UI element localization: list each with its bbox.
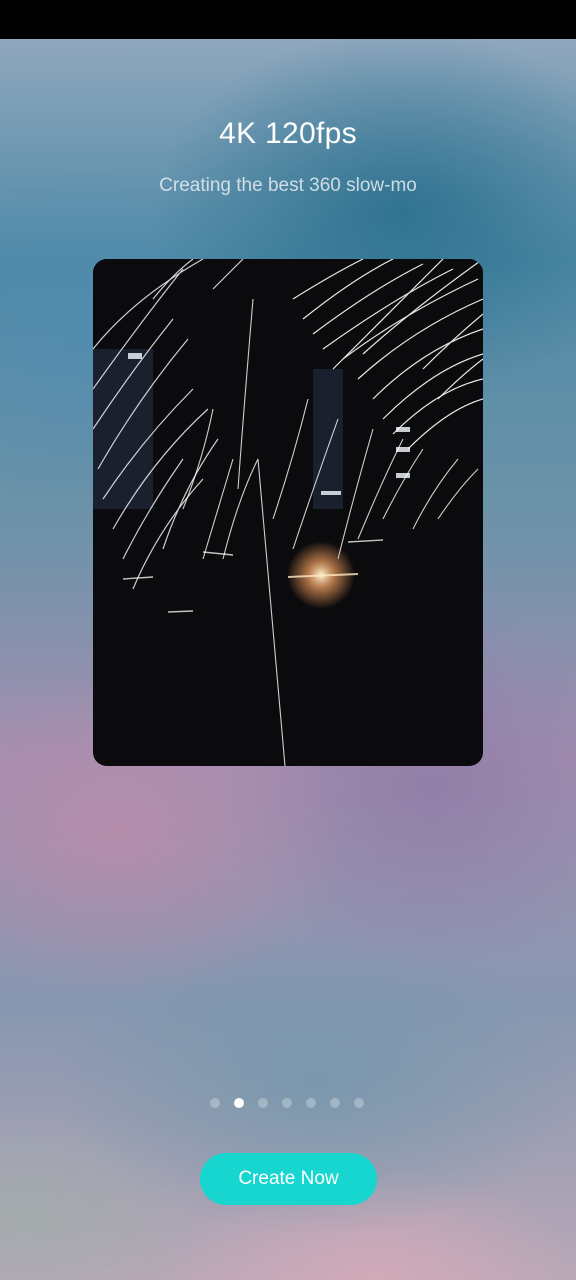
onboarding-screen: 4K 120fps Creating the best 360 slow-mo xyxy=(0,39,576,1280)
page-subtitle: Creating the best 360 slow-mo xyxy=(159,175,417,196)
page-dot-active[interactable] xyxy=(234,1098,244,1108)
page-title: 4K 120fps xyxy=(219,117,357,150)
page-dot[interactable] xyxy=(282,1098,292,1108)
page-dot[interactable] xyxy=(330,1098,340,1108)
preview-video[interactable] xyxy=(93,259,483,766)
page-dot[interactable] xyxy=(306,1098,316,1108)
page-dot[interactable] xyxy=(210,1098,220,1108)
page-indicator xyxy=(210,1097,364,1109)
status-bar xyxy=(0,0,576,39)
page-dot[interactable] xyxy=(354,1098,364,1108)
sparks-image xyxy=(93,259,483,766)
create-now-button[interactable]: Create Now xyxy=(200,1153,377,1205)
page-dot[interactable] xyxy=(258,1098,268,1108)
